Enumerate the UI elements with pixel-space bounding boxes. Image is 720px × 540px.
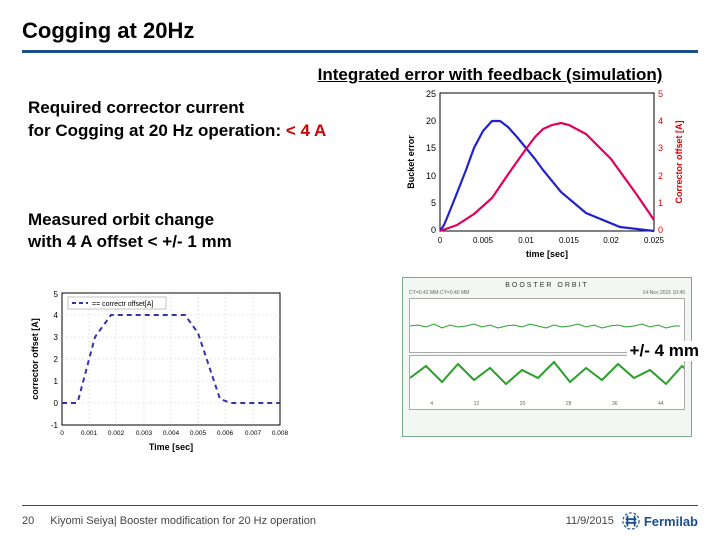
required-current-text: Required corrector current for Cogging a…: [28, 97, 326, 143]
fermilab-logo: Fermilab: [622, 512, 698, 530]
footer-rule: [22, 505, 698, 506]
svg-text:1: 1: [658, 198, 663, 208]
svg-text:0.001: 0.001: [81, 430, 98, 437]
svg-text:20: 20: [426, 116, 436, 126]
req-line1: Required corrector current: [28, 98, 244, 117]
svg-text:2: 2: [54, 355, 59, 364]
svg-text:25: 25: [426, 89, 436, 99]
svg-text:0.005: 0.005: [190, 430, 207, 437]
svg-text:0.02: 0.02: [603, 236, 619, 245]
chart-bucket-error: 25 20 15 10 5 0 5 4 3 2 1 0: [402, 85, 692, 260]
tolerance-label: +/- 4 mm: [627, 341, 702, 361]
svg-text:3: 3: [54, 333, 59, 342]
footer-date: 11/9/2015: [566, 515, 614, 527]
svg-text:0.007: 0.007: [245, 430, 262, 437]
chart1-ylabel-right: Corrector offset [A]: [674, 120, 684, 203]
fermilab-icon: [622, 512, 640, 530]
chart3-xticks: 0 0.001 0.002 0.003 0.004 0.005 0.006 0.007 0.…: [60, 430, 288, 437]
svg-text:0.008: 0.008: [272, 430, 288, 437]
chart2-sub: CY=0.42 MM-CY=0.40 MM14-Nov 2015 10:45: [409, 290, 685, 296]
chart3-yticks: 5 4 3 2 1 0 -1: [51, 290, 59, 430]
chart1-yticks-left: 25 20 15 10 5 0: [426, 89, 436, 235]
svg-text:5: 5: [431, 198, 436, 208]
chart2-plot-bottom: 41220283644: [409, 355, 685, 410]
svg-text:4: 4: [658, 116, 663, 126]
req-line2: for Cogging at 20 Hz operation:: [28, 121, 286, 140]
chart3-xlabel: Time [sec]: [149, 442, 193, 452]
chart3-ylabel: corrector offset [A]: [30, 318, 40, 400]
svg-text:0.005: 0.005: [473, 236, 494, 245]
req-limit: < 4 A: [286, 121, 326, 140]
svg-text:15: 15: [426, 143, 436, 153]
svg-text:4: 4: [54, 311, 59, 320]
chart1-ylabel-left: Bucket error: [406, 135, 416, 189]
svg-text:0.002: 0.002: [108, 430, 125, 437]
chart3-legend: == correctr offset[A]: [68, 297, 166, 309]
title-rule: [22, 50, 698, 53]
chart1-xlabel: time [sec]: [526, 249, 568, 259]
svg-text:0.025: 0.025: [644, 236, 665, 245]
svg-text:0.015: 0.015: [559, 236, 580, 245]
chart-subtitle: Integrated error with feedback (simulati…: [282, 65, 698, 85]
chart1-yticks-right: 5 4 3 2 1 0: [658, 89, 663, 235]
svg-text:0: 0: [658, 225, 663, 235]
svg-text:3: 3: [658, 143, 663, 153]
svg-text:10: 10: [426, 171, 436, 181]
measured-orbit-text: Measured orbit change with 4 A offset < …: [28, 209, 232, 253]
fermilab-text: Fermilab: [644, 514, 698, 529]
chart1-xticks: 0 0.005 0.01 0.015 0.02 0.025: [438, 236, 665, 245]
meas-line1: Measured orbit change: [28, 210, 214, 229]
slide-title: Cogging at 20Hz: [22, 18, 698, 50]
svg-text:0: 0: [431, 225, 436, 235]
svg-text:0.006: 0.006: [217, 430, 234, 437]
svg-text:0.003: 0.003: [136, 430, 153, 437]
svg-text:1: 1: [54, 377, 59, 386]
svg-text:-1: -1: [51, 421, 59, 430]
footer: 20 Kiyomi Seiya| Booster modification fo…: [22, 512, 698, 530]
footer-text: Kiyomi Seiya| Booster modification for 2…: [50, 515, 565, 527]
svg-text:0: 0: [54, 399, 59, 408]
svg-text:5: 5: [54, 290, 59, 299]
svg-text:0: 0: [60, 430, 64, 437]
svg-text:== correctr offset[A]: == correctr offset[A]: [92, 301, 153, 308]
page-number: 20: [22, 515, 34, 527]
svg-text:0.004: 0.004: [163, 430, 180, 437]
chart-corrector-offset: 5 4 3 2 1 0 -1 0 0.001 0.002 0.003 0.004 0.0…: [28, 285, 288, 455]
meas-line2: with 4 A offset < +/- 1 mm: [28, 232, 232, 251]
svg-text:0: 0: [438, 236, 443, 245]
svg-text:0.01: 0.01: [518, 236, 534, 245]
svg-text:5: 5: [658, 89, 663, 99]
chart2-title: BOOSTER ORBIT: [409, 282, 685, 289]
svg-text:2: 2: [658, 171, 663, 181]
chart2-xaxis: 41220283644: [410, 401, 684, 407]
